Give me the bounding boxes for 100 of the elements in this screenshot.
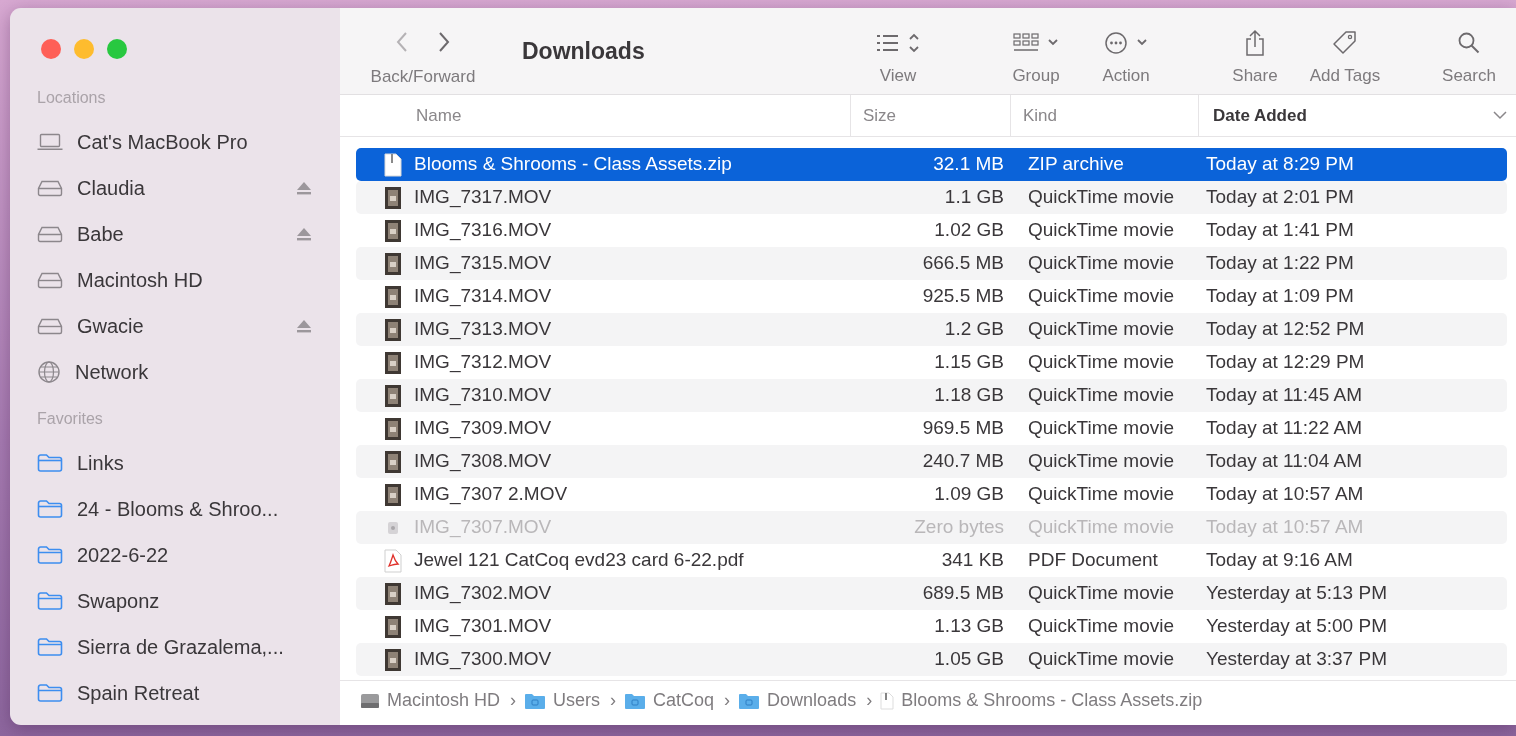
path-item[interactable]: Users — [524, 687, 601, 714]
folder-icon — [524, 691, 547, 710]
drive-icon — [37, 271, 63, 289]
file-row[interactable]: IMG_7307 2.MOV 1.09 GB QuickTime movie Today at 10:57 AM — [356, 478, 1507, 511]
folder-icon — [37, 545, 63, 565]
video-thumbnail-icon — [384, 383, 402, 408]
grid-icon — [1013, 32, 1059, 54]
action-button[interactable]: Action — [1081, 19, 1171, 89]
file-kind: ZIP archive — [1027, 152, 1125, 177]
file-row[interactable]: IMG_7310.MOV 1.18 GB QuickTime movie Today at 11:45 AM — [356, 379, 1507, 412]
sidebar-item[interactable]: Babe — [77, 219, 282, 249]
file-row[interactable]: Blooms & Shrooms - Class Assets.zip 32.1 MB ZIP archive Today at 8:29 PM — [356, 148, 1507, 181]
file-size: 1.05 GB — [933, 647, 1004, 672]
file-row[interactable]: IMG_7302.MOV 689.5 MB QuickTime movie Yesterday at 5:13 PM — [356, 577, 1507, 610]
date-added: Today at 1:41 PM — [1205, 218, 1355, 243]
column-header[interactable]: Date Added — [1213, 102, 1307, 129]
file-row[interactable]: IMG_7316.MOV 1.02 GB QuickTime movie Today at 1:41 PM — [356, 214, 1507, 247]
window-title: Downloads — [522, 37, 645, 64]
sidebar-item[interactable]: Network — [75, 357, 312, 387]
date-added: Today at 11:45 AM — [1205, 383, 1363, 408]
file-kind: QuickTime movie — [1027, 449, 1176, 474]
file-row[interactable]: IMG_7313.MOV 1.2 GB QuickTime movie Today at 12:52 PM — [356, 313, 1507, 346]
file-kind: QuickTime movie — [1027, 614, 1176, 639]
search-icon — [1457, 31, 1481, 55]
file-name: IMG_7316.MOV — [414, 218, 552, 243]
ellipsis-circle-icon — [1104, 31, 1148, 55]
folder-icon — [37, 453, 63, 473]
path-item[interactable]: Downloads — [738, 687, 857, 714]
chevron-left-icon — [395, 30, 409, 53]
file-name: IMG_7312.MOV — [414, 350, 552, 375]
date-added: Today at 10:57 AM — [1205, 515, 1365, 540]
section-heading: Locations — [37, 88, 107, 106]
date-added: Yesterday at 5:00 PM — [1205, 614, 1388, 639]
sidebar-item[interactable]: Gwacie — [77, 311, 282, 341]
file-row[interactable]: IMG_7312.MOV 1.15 GB QuickTime movie Today at 12:29 PM — [356, 346, 1507, 379]
sidebar-item[interactable]: Spain Retreat — [77, 678, 312, 708]
close-button[interactable] — [41, 39, 61, 59]
file-row[interactable]: IMG_7308.MOV 240.7 MB QuickTime movie Today at 11:04 AM — [356, 445, 1507, 478]
folder-icon — [37, 637, 63, 657]
file-row[interactable]: Jewel 121 CatCoq evd23 card 6-22.pdf 341 KB PDF Document Today at 9:16 AM — [356, 544, 1507, 577]
file-size: 925.5 MB — [921, 284, 1004, 309]
path-item[interactable]: Blooms & Shrooms - Class Assets.zip — [880, 687, 1203, 714]
video-thumbnail-icon — [384, 449, 402, 474]
video-thumbnail-icon — [384, 614, 402, 639]
view-button[interactable]: View — [853, 19, 943, 89]
group-button[interactable]: Group — [991, 19, 1081, 89]
file-row[interactable]: IMG_7317.MOV 1.1 GB QuickTime movie Today at 2:01 PM — [356, 181, 1507, 214]
path-item[interactable]: CatCoq — [624, 687, 715, 714]
file-row[interactable]: IMG_7300.MOV 1.05 GB QuickTime movie Yesterday at 3:37 PM — [356, 643, 1507, 676]
drive-icon — [37, 225, 63, 243]
folder-icon — [37, 591, 63, 611]
video-thumbnail-icon — [384, 482, 402, 507]
file-name: Jewel 121 CatCoq evd23 card 6-22.pdf — [414, 548, 744, 573]
eject-icon[interactable] — [296, 181, 312, 195]
date-added: Today at 12:29 PM — [1205, 350, 1366, 375]
file-size: 1.13 GB — [933, 614, 1004, 639]
sidebar-item[interactable]: Swaponz — [77, 586, 312, 616]
file-size: 666.5 MB — [921, 251, 1004, 276]
date-added: Today at 1:22 PM — [1205, 251, 1355, 276]
column-header[interactable]: Size — [863, 102, 897, 129]
file-kind: QuickTime movie — [1027, 185, 1176, 210]
document-icon — [384, 152, 402, 177]
sidebar-item[interactable]: Links — [77, 448, 312, 478]
share-icon — [1244, 29, 1266, 57]
drive-icon — [37, 317, 63, 335]
file-kind: PDF Document — [1027, 548, 1159, 573]
sidebar-item[interactable]: Cat's MacBook Pro — [77, 127, 312, 157]
video-thumbnail-icon — [384, 350, 402, 375]
file-size: 1.02 GB — [933, 218, 1004, 243]
file-name: IMG_7307 2.MOV — [414, 482, 568, 507]
laptop-icon — [37, 133, 63, 151]
column-header[interactable]: Name — [416, 102, 462, 129]
eject-icon[interactable] — [296, 227, 312, 241]
video-thumbnail-icon — [384, 317, 402, 342]
file-name: IMG_7302.MOV — [414, 581, 552, 606]
path-item[interactable]: Macintosh HD — [360, 687, 501, 714]
file-row[interactable]: IMG_7315.MOV 666.5 MB QuickTime movie Today at 1:22 PM — [356, 247, 1507, 280]
file-kind: QuickTime movie — [1027, 218, 1176, 243]
date-added: Today at 12:52 PM — [1205, 317, 1366, 342]
search-button[interactable]: Search — [1424, 19, 1514, 89]
zoom-button[interactable] — [107, 39, 127, 59]
minimize-button[interactable] — [74, 39, 94, 59]
file-name: IMG_7310.MOV — [414, 383, 552, 408]
video-thumbnail-icon — [384, 251, 402, 276]
file-row[interactable]: IMG_7309.MOV 969.5 MB QuickTime movie Today at 11:22 AM — [356, 412, 1507, 445]
file-row[interactable]: IMG_7301.MOV 1.13 GB QuickTime movie Yesterday at 5:00 PM — [356, 610, 1507, 643]
path-separator: › — [610, 689, 617, 712]
column-header[interactable]: Kind — [1023, 102, 1058, 129]
file-size: 1.09 GB — [933, 482, 1004, 507]
eject-icon[interactable] — [296, 319, 312, 333]
sidebar-item[interactable]: Macintosh HD — [77, 265, 312, 295]
add-tags-button[interactable]: Add Tags — [1300, 19, 1390, 89]
sidebar-item[interactable]: Claudia — [77, 173, 282, 203]
sidebar-item[interactable]: 24 - Blooms & Shroo... — [77, 494, 312, 524]
share-button[interactable]: Share — [1210, 19, 1300, 89]
sidebar-item[interactable]: Sierra de Grazalema,... — [77, 632, 312, 662]
file-name: IMG_7315.MOV — [414, 251, 552, 276]
sidebar-item[interactable]: 2022-6-22 — [77, 540, 312, 570]
file-row[interactable]: IMG_7314.MOV 925.5 MB QuickTime movie Today at 1:09 PM — [356, 280, 1507, 313]
file-name: IMG_7308.MOV — [414, 449, 552, 474]
